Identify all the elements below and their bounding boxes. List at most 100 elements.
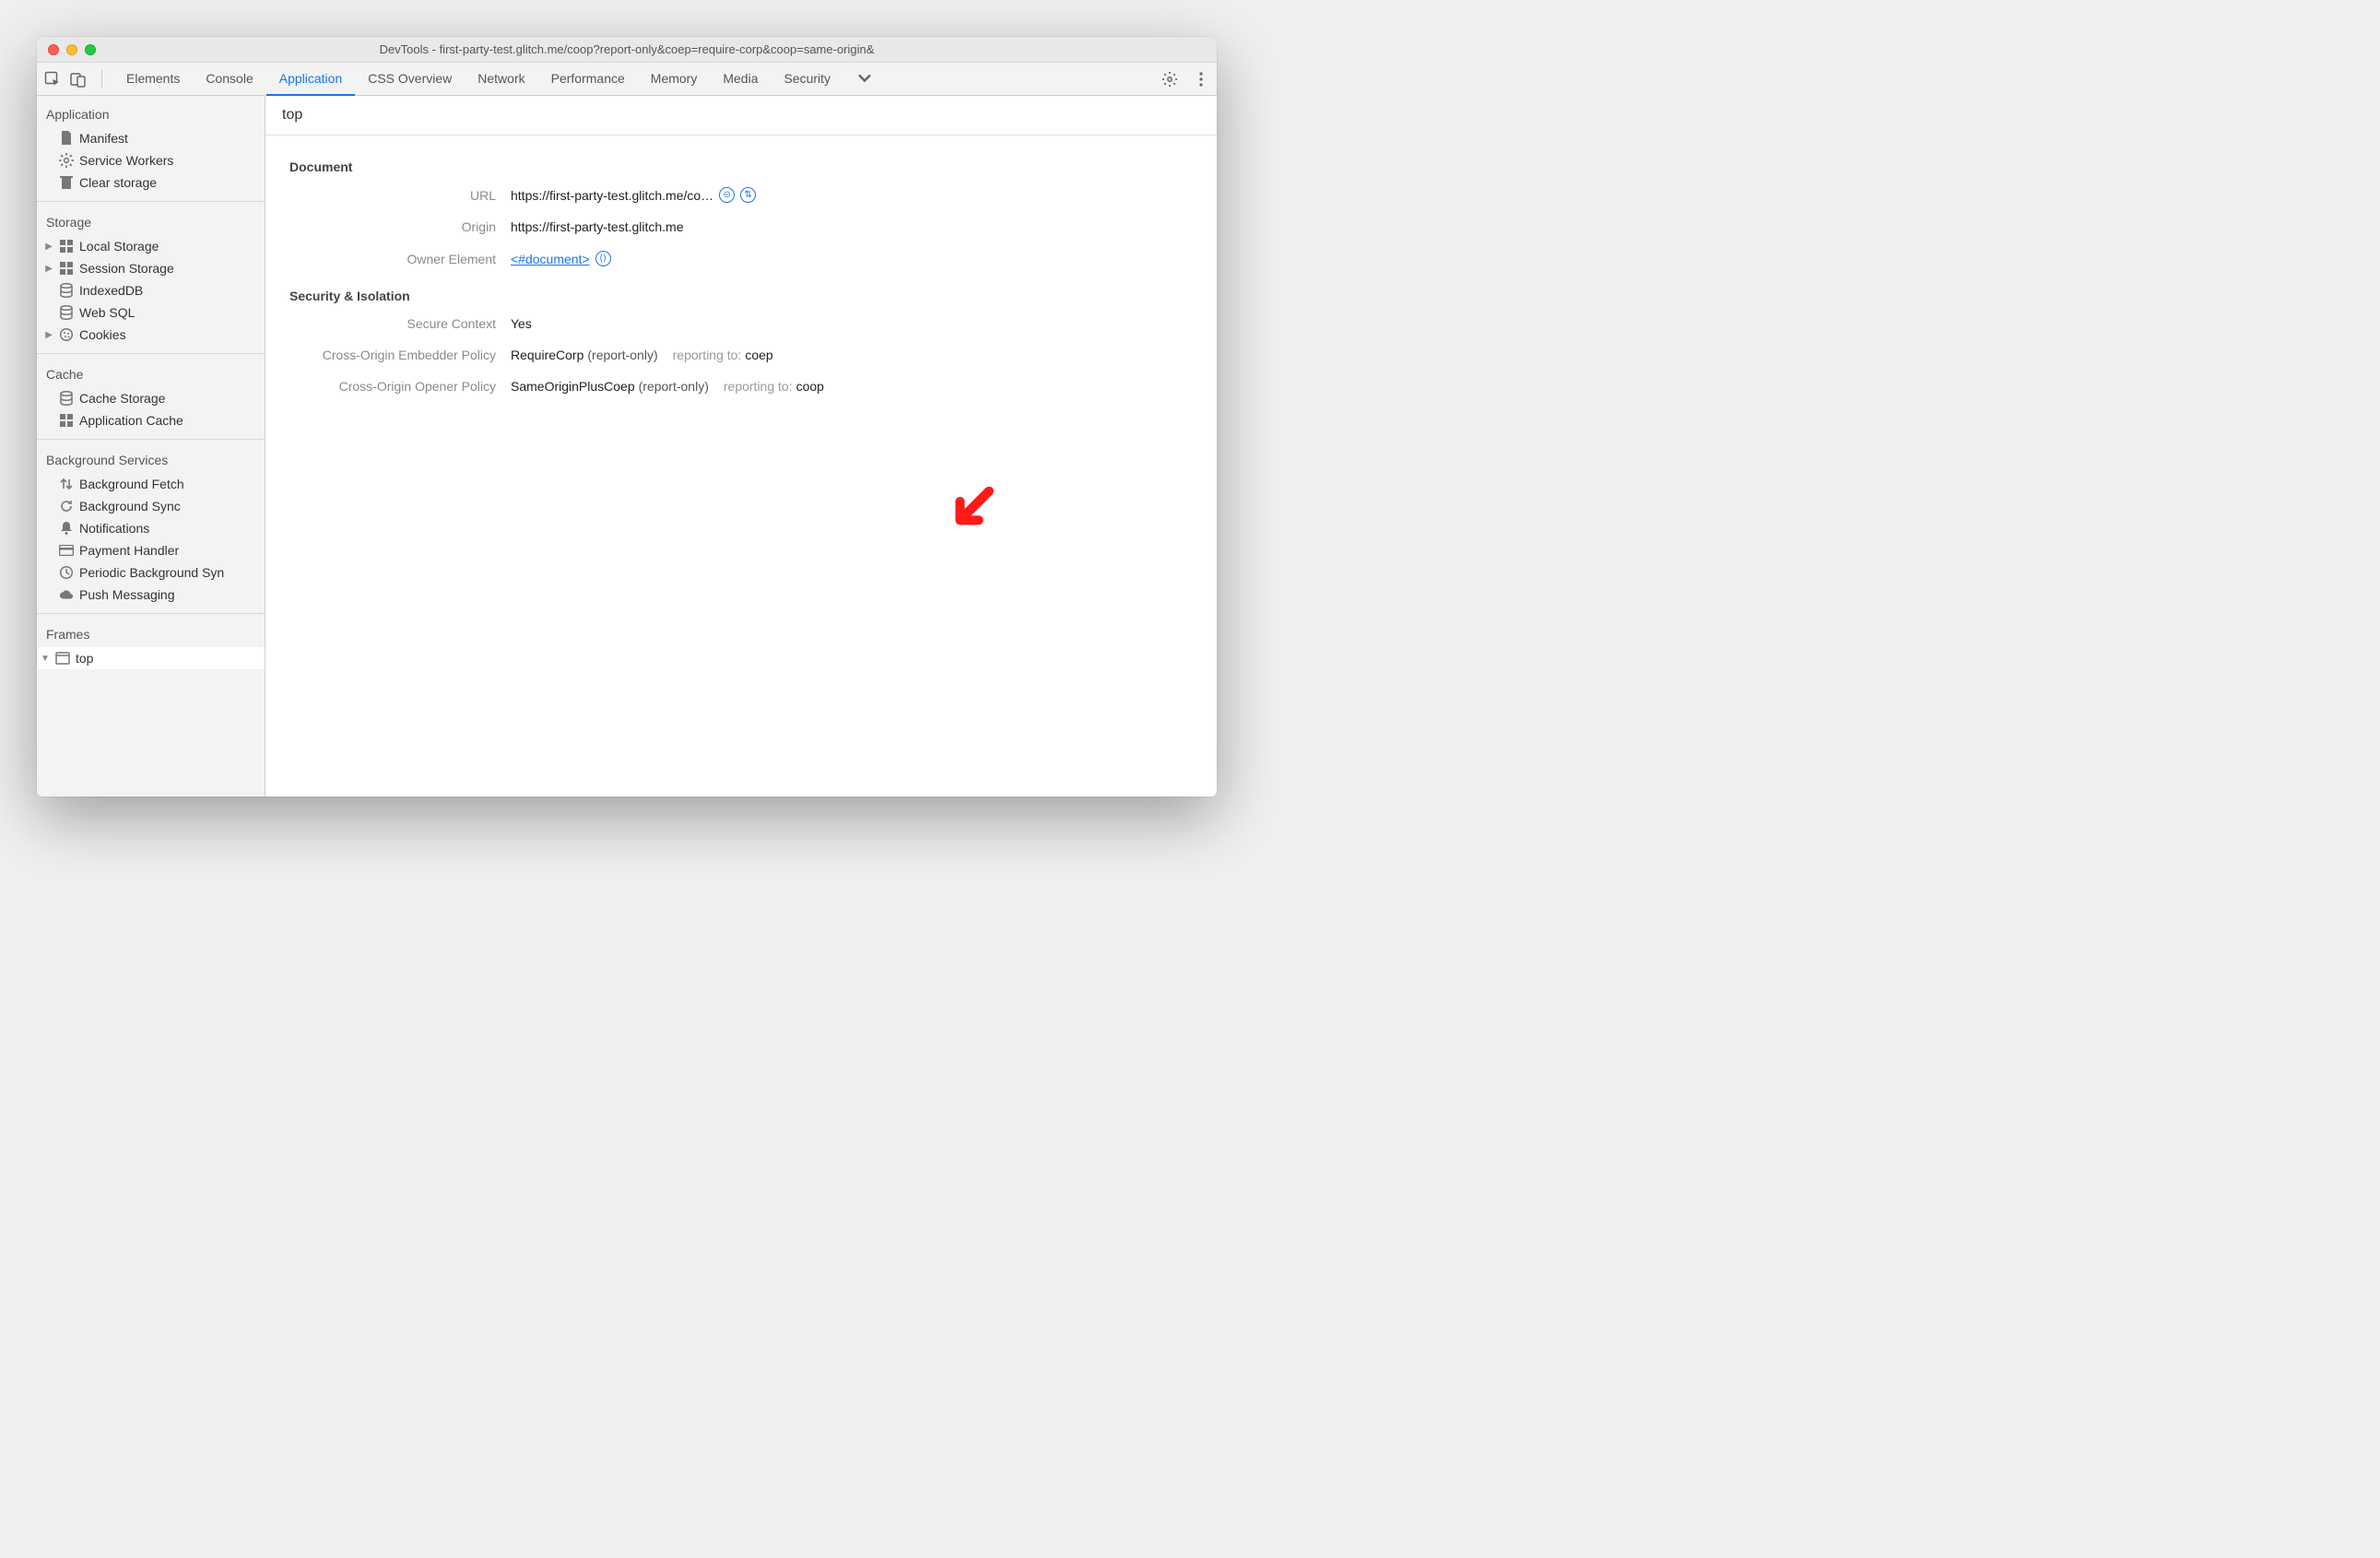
- sync-icon: [59, 499, 74, 513]
- trash-icon: [59, 175, 74, 190]
- grid-icon: [59, 413, 74, 428]
- sidebar-item-top-frame[interactable]: ▼ top: [37, 647, 265, 669]
- label: Local Storage: [79, 239, 159, 254]
- row-coep: Cross-Origin Embedder Policy RequireCorp…: [289, 348, 1193, 362]
- credit-card-icon: [59, 543, 74, 558]
- chevron-down-icon[interactable]: ▼: [41, 654, 50, 663]
- window-title: DevTools - first-party-test.glitch.me/co…: [37, 42, 1217, 56]
- document-icon: [59, 131, 74, 146]
- sidebar-item-clear-storage[interactable]: Clear storage: [37, 171, 265, 194]
- coep-badge-icon[interactable]: ⇅: [740, 187, 756, 203]
- label: Clear storage: [79, 175, 157, 190]
- label: Background Fetch: [79, 477, 184, 491]
- tab-css-overview[interactable]: CSS Overview: [355, 63, 465, 96]
- more-tabs-button[interactable]: [843, 63, 886, 96]
- grid-icon: [59, 261, 74, 276]
- label: Background Sync: [79, 499, 181, 513]
- sidebar-item-background-fetch[interactable]: Background Fetch: [37, 473, 265, 495]
- coop-mode: (report-only): [639, 379, 709, 394]
- coop-value: SameOriginPlusCoep: [511, 379, 635, 394]
- coop-reporting-label: reporting to:: [724, 379, 793, 394]
- sidebar-item-service-workers[interactable]: Service Workers: [37, 149, 265, 171]
- security-heading: Security & Isolation: [289, 289, 1193, 303]
- sidebar-item-cache-storage[interactable]: Cache Storage: [37, 387, 265, 409]
- label: Service Workers: [79, 153, 173, 168]
- devtools-toolbar: Elements Console Application CSS Overvie…: [37, 63, 1217, 96]
- tab-memory[interactable]: Memory: [638, 63, 711, 96]
- tab-media[interactable]: Media: [710, 63, 771, 96]
- row-origin: Origin https://first-party-test.glitch.m…: [289, 219, 1193, 234]
- origin-value: https://first-party-test.glitch.me: [511, 219, 684, 234]
- section-frames: Frames: [37, 621, 265, 647]
- secure-context-value: Yes: [511, 316, 532, 331]
- label: Cookies: [79, 327, 126, 342]
- coep-label: Cross-Origin Embedder Policy: [289, 348, 511, 362]
- label: Session Storage: [79, 261, 174, 276]
- label: IndexedDB: [79, 283, 143, 298]
- tab-network[interactable]: Network: [465, 63, 537, 96]
- section-application: Application: [37, 101, 265, 127]
- section-cache: Cache: [37, 361, 265, 387]
- tab-application[interactable]: Application: [266, 63, 356, 96]
- settings-icon[interactable]: [1161, 71, 1178, 88]
- origin-label: Origin: [289, 219, 511, 234]
- sidebar-item-notifications[interactable]: Notifications: [37, 517, 265, 539]
- maximize-window-button[interactable]: [85, 44, 96, 55]
- sidebar-item-cookies[interactable]: ▶ Cookies: [37, 324, 265, 346]
- sidebar-item-payment-handler[interactable]: Payment Handler: [37, 539, 265, 561]
- row-coop: Cross-Origin Opener Policy SameOriginPlu…: [289, 379, 1193, 394]
- traffic-lights: [37, 44, 96, 55]
- tab-console[interactable]: Console: [193, 63, 265, 96]
- sidebar-item-local-storage[interactable]: ▶ Local Storage: [37, 235, 265, 257]
- row-owner-element: Owner Element <#document> ⟨⟩: [289, 251, 1193, 266]
- updown-icon: [59, 477, 74, 491]
- database-icon: [59, 305, 74, 320]
- sidebar-item-background-sync[interactable]: Background Sync: [37, 495, 265, 517]
- label: Notifications: [79, 521, 149, 536]
- row-url: URL https://first-party-test.glitch.me/c…: [289, 187, 1193, 203]
- annotation-arrow-icon: [948, 485, 997, 535]
- sidebar-item-manifest[interactable]: Manifest: [37, 127, 265, 149]
- reveal-icon[interactable]: ⟨⟩: [595, 251, 611, 266]
- owner-link[interactable]: <#document>: [511, 252, 590, 266]
- minimize-window-button[interactable]: [66, 44, 77, 55]
- cookie-icon: [59, 327, 74, 342]
- sidebar-item-push-messaging[interactable]: Push Messaging: [37, 584, 265, 606]
- bell-icon: [59, 521, 74, 536]
- coep-reporting-label: reporting to:: [673, 348, 742, 362]
- application-sidebar[interactable]: Application Manifest Service Workers Cle…: [37, 96, 265, 797]
- close-window-button[interactable]: [48, 44, 59, 55]
- inspect-element-icon[interactable]: [44, 71, 61, 88]
- label: Periodic Background Syn: [79, 565, 224, 580]
- chevron-right-icon[interactable]: ▶: [44, 242, 53, 251]
- tab-security[interactable]: Security: [771, 63, 843, 96]
- coop-badge-icon[interactable]: ⊝: [719, 187, 735, 203]
- chevron-right-icon[interactable]: ▶: [44, 330, 53, 339]
- url-label: URL: [289, 188, 511, 203]
- sidebar-item-websql[interactable]: Web SQL: [37, 301, 265, 324]
- sidebar-item-session-storage[interactable]: ▶ Session Storage: [37, 257, 265, 279]
- clock-icon: [59, 565, 74, 580]
- divider: [101, 70, 102, 89]
- label: Application Cache: [79, 413, 183, 428]
- window-titlebar: DevTools - first-party-test.glitch.me/co…: [37, 37, 1217, 63]
- label: Manifest: [79, 131, 128, 146]
- row-secure-context: Secure Context Yes: [289, 316, 1193, 331]
- page-title: top: [265, 96, 1217, 136]
- tab-elements[interactable]: Elements: [113, 63, 193, 96]
- chevron-right-icon[interactable]: ▶: [44, 264, 53, 273]
- database-icon: [59, 391, 74, 406]
- sidebar-item-indexeddb[interactable]: IndexedDB: [37, 279, 265, 301]
- sidebar-item-application-cache[interactable]: Application Cache: [37, 409, 265, 431]
- coop-reporting-value: coop: [796, 379, 824, 394]
- sidebar-item-periodic-sync[interactable]: Periodic Background Syn: [37, 561, 265, 584]
- device-toolbar-icon[interactable]: [70, 71, 87, 88]
- coep-mode: (report-only): [587, 348, 657, 362]
- coep-value: RequireCorp: [511, 348, 583, 362]
- secure-context-label: Secure Context: [289, 316, 511, 331]
- grid-icon: [59, 239, 74, 254]
- tab-performance[interactable]: Performance: [538, 63, 638, 96]
- owner-label: Owner Element: [289, 252, 511, 266]
- more-options-icon[interactable]: [1193, 71, 1209, 88]
- section-storage: Storage: [37, 209, 265, 235]
